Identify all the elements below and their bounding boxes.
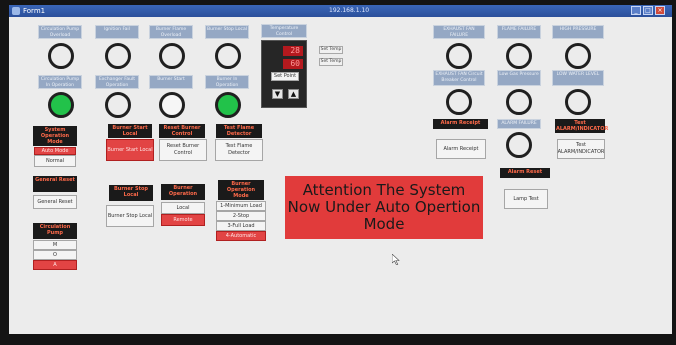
burner-mode-option-1[interactable]: 1-Minimum Load xyxy=(216,201,266,211)
minimize-button[interactable]: _ xyxy=(631,6,641,15)
burner-operation-header: Burner Operation xyxy=(161,184,205,200)
normal-mode-button[interactable]: Normal xyxy=(34,155,76,167)
lamp-label-3: Burner Flame Overload xyxy=(149,25,193,39)
test-indicator-button[interactable]: Test ALARM/INDICATOR xyxy=(557,139,605,159)
lamp-indicator-3 xyxy=(159,43,185,69)
right-lamp-label-3: HIGH PRESSURE xyxy=(552,25,604,39)
burner-mode-option-3[interactable]: 3-Full Load xyxy=(216,221,266,231)
lamp-label-2: Ignition Fail xyxy=(95,25,139,39)
alarm-reset-header: Alarm Reset xyxy=(500,168,550,178)
lamp-label-1: Circulation Pump Overload xyxy=(38,25,82,39)
system-mode-message: Attention The System Now Under Auto Oper… xyxy=(285,176,483,239)
lamp-indicator-1 xyxy=(48,43,74,69)
increase-button[interactable]: ▲ xyxy=(288,89,299,99)
window-center-text: 192.168.1.10 xyxy=(329,7,370,14)
right-lamp-7 xyxy=(506,132,532,158)
temperature-value-2: 60 xyxy=(283,59,303,69)
burner-stop-local-button[interactable]: Burner Stop Local xyxy=(106,205,154,227)
lamp-indicator-4 xyxy=(215,43,241,69)
right-lamp-label-1: EXHAUST FAN FAILURE xyxy=(433,25,485,39)
lamp-label-4: Burner Stop Local xyxy=(205,25,249,39)
close-button[interactable]: × xyxy=(655,6,665,15)
burner-start-local-button[interactable]: Burner Start Local xyxy=(106,139,154,161)
general-reset-button[interactable]: General Reset xyxy=(33,195,77,209)
right-lamp-5 xyxy=(506,89,532,115)
pump-off-button[interactable]: O xyxy=(33,250,77,260)
lamp-label-7: Burner Start xyxy=(149,75,193,89)
window-title: Form1 xyxy=(23,7,46,15)
lamp-label-6: Exchanger Fault Operation xyxy=(95,75,139,89)
temperature-value-1: 28 xyxy=(283,46,303,56)
reset-burner-button[interactable]: Reset Burner Control xyxy=(159,139,207,161)
test-flame-button[interactable]: Test Flame Detector xyxy=(215,139,263,161)
right-lamp-3 xyxy=(565,43,591,69)
right-lamp-2 xyxy=(506,43,532,69)
burner-stop-local-header: Burner Stop Local xyxy=(109,185,153,201)
reset-burner-header: Reset Burner Control xyxy=(159,124,205,138)
set-temp-button-1[interactable]: Set Temp xyxy=(319,46,343,54)
pump-auto-button[interactable]: A xyxy=(33,260,77,270)
set-temp-button-2[interactable]: Set Temp xyxy=(319,58,343,66)
pump-manual-button[interactable]: M xyxy=(33,240,77,250)
burner-remote-button[interactable]: Remote xyxy=(161,214,205,226)
maximize-button[interactable]: □ xyxy=(643,6,653,15)
screen: Form1 192.168.1.10 _ □ × Circulation Pum… xyxy=(9,5,672,334)
burner-mode-option-2[interactable]: 2-Stop xyxy=(216,211,266,221)
mouse-cursor-icon xyxy=(391,253,400,268)
right-lamp-label-7: ALARM FAILURE xyxy=(497,119,541,129)
right-lamp-4 xyxy=(446,89,472,115)
right-lamp-1 xyxy=(446,43,472,69)
right-lamp-6 xyxy=(565,89,591,115)
temperature-label: Temperature Control xyxy=(261,24,307,38)
burner-start-local-header: Burner Start Local xyxy=(108,124,152,138)
lamp-label-8: Burner In Operation xyxy=(205,75,249,89)
lamp-label-5: Circulation Pump In Operation xyxy=(38,75,82,89)
lamp-indicator-8 xyxy=(215,92,241,118)
decrease-button[interactable]: ▼ xyxy=(272,89,283,99)
general-reset-header: General Reset xyxy=(33,176,77,192)
set-point-button[interactable]: Set Point xyxy=(271,72,299,81)
test-flame-header: Test Flame Detector xyxy=(216,124,262,138)
lamp-test-button[interactable]: Lamp Test xyxy=(504,189,548,209)
alarm-receipt-header: Alarm Receipt xyxy=(433,119,488,129)
burner-mode-header: Burner Operation Mode xyxy=(218,180,264,200)
test-indicator-header: Test ALARM/INDICATOR xyxy=(555,119,609,133)
lamp-indicator-6 xyxy=(105,92,131,118)
right-lamp-label-4: EXHAUST FAN Circuit Breaker Control xyxy=(433,70,485,86)
lamp-indicator-7 xyxy=(159,92,185,118)
system-mode-header: System Operation Mode xyxy=(33,126,77,146)
burner-local-button[interactable]: Local xyxy=(161,202,205,214)
burner-mode-option-4[interactable]: 4-Automatic xyxy=(216,231,266,241)
right-lamp-label-2: FLAME FAILURE xyxy=(497,25,541,39)
circulation-pump-header: Circulation Pump xyxy=(33,223,77,239)
app-icon xyxy=(12,7,20,15)
right-lamp-label-6: LOW WATER LEVEL xyxy=(552,70,604,86)
auto-mode-button[interactable]: Auto Mode xyxy=(34,147,76,155)
lamp-indicator-2 xyxy=(105,43,131,69)
alarm-receipt-button[interactable]: Alarm Receipt xyxy=(436,139,486,159)
lamp-indicator-5 xyxy=(48,92,74,118)
right-lamp-label-5: Low Gas Pressure xyxy=(497,70,541,86)
